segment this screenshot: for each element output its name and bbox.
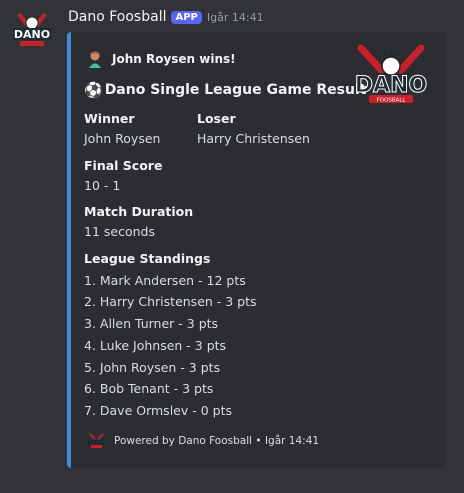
standing-row: 5. John Roysen - 3 pts xyxy=(84,359,221,375)
field-name: League Standings xyxy=(84,251,211,266)
field-loser: Loser Harry Christensen xyxy=(197,109,310,149)
field-name: Loser xyxy=(197,111,236,126)
field-value: Harry Christensen xyxy=(197,131,310,146)
standing-row: 2. Harry Christensen - 3 pts xyxy=(84,294,257,310)
field-value: 10 - 1 xyxy=(84,178,121,193)
field-name: Winner xyxy=(84,111,135,126)
field-final-score: Final Score 10 - 1 xyxy=(84,156,162,196)
field-value: 11 seconds xyxy=(84,224,155,239)
svg-text:★★★: ★★★ xyxy=(382,50,401,58)
field-value: John Roysen xyxy=(84,131,161,146)
app-badge: APP xyxy=(171,10,202,24)
footer-text: Powered by Dano Foosball xyxy=(114,435,253,447)
standing-row: 3. Allen Turner - 3 pts xyxy=(84,316,219,332)
field-league-standings: League Standings 1. Mark Andersen - 12 p… xyxy=(84,248,257,422)
soccer-ball-icon: ⚽ xyxy=(84,81,103,99)
footer-timestamp: Igår 14:41 xyxy=(264,435,320,447)
person-avatar-icon xyxy=(89,51,101,68)
message-header: Dano Foosball APP Igår 14:41 xyxy=(68,9,264,25)
field-name: Match Duration xyxy=(84,204,194,219)
embed-footer: Powered by Dano Foosball • Igår 14:41 xyxy=(87,433,319,449)
field-name: Final Score xyxy=(84,158,163,173)
svg-text:DANO: DANO xyxy=(355,73,427,98)
author-name: John Roysen wins! xyxy=(112,52,236,66)
footer-logo-icon xyxy=(88,433,105,448)
field-match-duration: Match Duration 11 seconds xyxy=(84,202,193,242)
timestamp: Igår 14:41 xyxy=(206,10,264,24)
embed-card: John Roysen wins! ⚽ Dano Single League G… xyxy=(67,32,446,468)
footer-separator: • xyxy=(255,435,262,447)
standing-row: 4. Luke Johnsen - 3 pts xyxy=(84,337,227,353)
field-winner: Winner John Roysen xyxy=(84,109,160,149)
standing-row: 7. Dave Ormslev - 0 pts xyxy=(84,402,232,418)
username[interactable]: Dano Foosball xyxy=(68,9,166,25)
title-text: Dano Single League Game Result xyxy=(104,82,367,98)
svg-text:DANO: DANO xyxy=(14,28,50,41)
bot-avatar-logo[interactable]: DANO xyxy=(11,10,53,50)
dano-foosball-logo: ★★★ DANO FOOSBALL xyxy=(354,44,428,104)
embed-author: John Roysen wins! xyxy=(87,50,236,68)
standing-row: 1. Mark Andersen - 12 pts xyxy=(84,272,246,288)
embed-title: ⚽ Dano Single League Game Result xyxy=(84,81,366,99)
svg-text:FOOSBALL: FOOSBALL xyxy=(377,98,407,104)
standing-row: 6. Bob Tenant - 3 pts xyxy=(84,381,214,397)
